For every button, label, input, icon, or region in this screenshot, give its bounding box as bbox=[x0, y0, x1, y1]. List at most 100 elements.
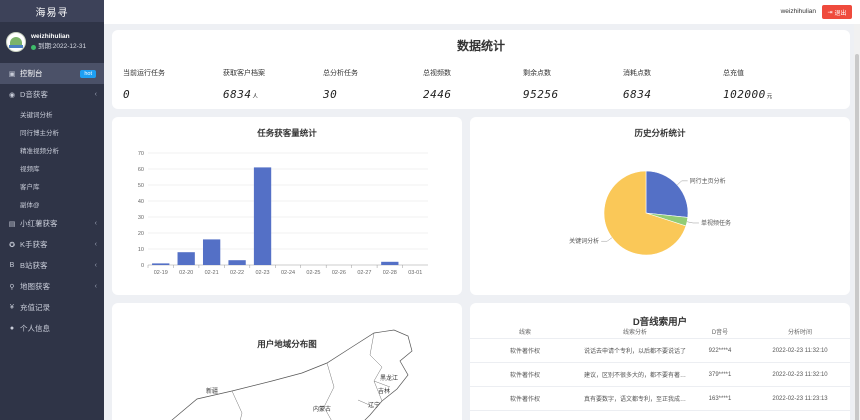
brand-title: 海易寻 bbox=[0, 0, 104, 22]
y-tick-label: 20 bbox=[138, 231, 144, 237]
sidebar-item-label: D音获客 bbox=[20, 90, 48, 99]
y-tick-label: 70 bbox=[138, 151, 144, 157]
sidebar-item-map[interactable]: ⚲ 地图获客 ‹ bbox=[0, 276, 104, 297]
pie-label-line bbox=[677, 180, 688, 186]
x-tick-label: 02-22 bbox=[230, 270, 244, 276]
topbar: weizhihulian ⇥ 退出 bbox=[104, 0, 860, 24]
sidebar-item-douyin[interactable]: ◉ D音获客 ‹ bbox=[0, 84, 104, 105]
x-tick-label: 02-24 bbox=[281, 270, 295, 276]
sidebar-item-dashboard[interactable]: ▣ 控制台 hot bbox=[0, 63, 104, 84]
sidebar-item-label: 地图获客 bbox=[20, 282, 50, 291]
table-row[interactable]: 软件著作权 说话去申请个专利，以后都不要说话了 922****4 2022-02… bbox=[470, 339, 850, 363]
table-row[interactable]: 软件著作权 真有要数字，语文都专利，至正我成… 163****1 2022-02… bbox=[470, 387, 850, 411]
yen-icon: ¥ bbox=[10, 304, 14, 311]
sidebar-item-label: 控制台 bbox=[20, 69, 43, 78]
sidebar-item-label: 个人信息 bbox=[20, 324, 50, 333]
logout-button[interactable]: ⇥ 退出 bbox=[822, 5, 852, 19]
user-profile: weizhihulian 到期:2022-12-31 bbox=[0, 25, 104, 59]
chevron-left-icon: ‹ bbox=[94, 241, 97, 248]
stat-total-analysis: 总分析任务 30 bbox=[323, 70, 358, 101]
eye-icon: ◉ bbox=[8, 91, 16, 99]
page-scrollbar[interactable] bbox=[854, 24, 860, 420]
y-tick-label: 60 bbox=[138, 167, 144, 173]
stat-total-videos: 总视频数 2446 bbox=[423, 70, 452, 101]
sidebar-subitem-customer-library[interactable]: 客户库 bbox=[0, 177, 104, 195]
stat-running-tasks: 当前运行任务 0 bbox=[123, 70, 165, 101]
online-status-dot bbox=[31, 44, 36, 50]
bar-02-22[interactable] bbox=[228, 260, 246, 265]
bar-02-28[interactable] bbox=[381, 261, 399, 265]
sidebar-item-xiaohongshu[interactable]: ▤ 小红薯获客 ‹ bbox=[0, 213, 104, 234]
sidebar-subitem-mention[interactable]: 副体@ bbox=[0, 195, 104, 213]
sidebar-item-label: K手获客 bbox=[20, 240, 48, 249]
y-tick-label: 30 bbox=[138, 215, 144, 221]
b-logo-icon: B bbox=[9, 262, 15, 269]
x-tick-label: 02-19 bbox=[154, 270, 168, 276]
china-map: 新疆 黑龙江 吉林 辽宁 内蒙古 bbox=[171, 329, 413, 420]
sidebar-item-label: 充值记录 bbox=[20, 303, 50, 312]
avatar bbox=[6, 32, 26, 52]
sidebar-item-profile[interactable]: ● 个人信息 bbox=[0, 318, 104, 339]
bar-02-21[interactable] bbox=[202, 239, 221, 265]
map-label-jilin: 吉林 bbox=[378, 387, 390, 395]
target-icon: ✪ bbox=[9, 241, 15, 249]
pie-chart: 同行主页分析单视频任务关键词分析 bbox=[569, 170, 731, 256]
map-label-liaoning: 辽宁 bbox=[368, 401, 380, 409]
stat-remaining-points: 剩余点数 95256 bbox=[523, 70, 559, 101]
x-tick-label: 02-27 bbox=[357, 270, 371, 276]
pie-chart-card: 历史分析统计 同行主页分析 单视频任务 关键词分析 bbox=[470, 117, 850, 295]
table-header-row: 线索 线索分析 D音号 分析时间 bbox=[470, 325, 850, 339]
chevron-left-icon: ‹ bbox=[94, 220, 97, 227]
sidebar-item-kuaishou[interactable]: ✪ K手获客 ‹ bbox=[0, 234, 104, 255]
sidebar-subitem-video-analysis[interactable]: 精准视频分析 bbox=[0, 141, 104, 159]
region-map-card: 用户地域分布图 新疆 黑龙江 吉林 辽宁 内蒙古 bbox=[112, 303, 462, 420]
leads-table: 线索 线索分析 D音号 分析时间 软件著作权 说话去申请个专利，以后都不要说话了… bbox=[470, 325, 850, 411]
topbar-user-name[interactable]: weizhihulian bbox=[781, 8, 816, 15]
pie-label: 关键词分析 bbox=[569, 237, 599, 245]
map-pin-icon: ⚲ bbox=[9, 283, 15, 291]
map-label-xinjiang: 新疆 bbox=[206, 387, 218, 395]
sidebar-item-bilibili[interactable]: B B站获客 ‹ bbox=[0, 255, 104, 276]
chevron-left-icon: ‹ bbox=[94, 262, 97, 269]
sidebar-subitem-keyword[interactable]: 关键词分析 bbox=[0, 105, 104, 123]
scrollbar-thumb[interactable] bbox=[855, 54, 859, 420]
hot-badge: hot bbox=[80, 69, 96, 78]
sidebar-item-label: 小红薯获客 bbox=[20, 219, 58, 228]
sidebar-nav: ▣ 控制台 hot ◉ D音获客 ‹ 关键词分析 同行博主分析 精准视频分析 视… bbox=[0, 63, 104, 339]
sidebar-subitem-peer-blogger[interactable]: 同行博主分析 bbox=[0, 123, 104, 141]
chevron-left-icon: ‹ bbox=[94, 283, 97, 290]
sidebar-item-label: B站获客 bbox=[20, 261, 48, 270]
stats-card: 数据统计 当前运行任务 0 获取客户档案 6834人 总分析任务 30 总视频数… bbox=[112, 30, 850, 109]
y-tick-label: 10 bbox=[138, 247, 144, 253]
sidebar: 海易寻 weizhihulian 到期:2022-12-31 ▣ 控制台 hot… bbox=[0, 0, 104, 420]
logout-icon: ⇥ bbox=[827, 9, 833, 16]
pie-slice-0[interactable] bbox=[645, 170, 689, 218]
chevron-up-icon: ‹ bbox=[94, 91, 97, 98]
x-tick-label: 02-23 bbox=[256, 270, 270, 276]
dashboard-icon: ▣ bbox=[8, 70, 16, 78]
stat-consumed-points: 消耗点数 6834 bbox=[623, 70, 652, 101]
image-icon: ▤ bbox=[8, 220, 16, 228]
map-label-inner-mongolia: 内蒙古 bbox=[313, 405, 331, 413]
stats-title: 数据统计 bbox=[456, 39, 505, 53]
bar-02-19[interactable] bbox=[152, 263, 170, 265]
map-label-heilongjiang: 黑龙江 bbox=[380, 374, 398, 382]
stat-total-recharge: 总充值 102000元 bbox=[723, 70, 773, 101]
leads-table-card: D音线索用户 线索 线索分析 D音号 分析时间 软件著作权 说话去申请个专利，以… bbox=[470, 303, 850, 420]
pie-label-line bbox=[687, 221, 699, 224]
table-row[interactable]: 软件著作权 建议，区别不很多大的，都不要有著… 379****1 2022-02… bbox=[470, 363, 850, 387]
x-tick-label: 02-20 bbox=[179, 270, 193, 276]
profile-user-name: weizhihulian bbox=[31, 33, 70, 40]
stat-customer-profiles: 获取客户档案 6834人 bbox=[223, 70, 265, 101]
sidebar-subitem-video-library[interactable]: 视频库 bbox=[0, 159, 104, 177]
sidebar-item-recharge[interactable]: ¥ 充值记录 bbox=[0, 297, 104, 318]
bar-chart: 0 10 20 30 40 50 60 70 02-19 02-20 02-21 02-22 02-23… bbox=[138, 151, 428, 276]
bar-chart-card: 任务获客量统计 0 10 20 30 40 50 60 70 02-19 02-20 02-21 02… bbox=[112, 117, 462, 295]
pie-label: 同行主页分析 bbox=[690, 177, 726, 185]
bar-02-23[interactable] bbox=[253, 167, 272, 265]
x-tick-label: 02-25 bbox=[306, 270, 320, 276]
x-tick-label: 03-01 bbox=[408, 270, 422, 276]
bar-02-20[interactable] bbox=[177, 252, 195, 265]
x-tick-label: 02-26 bbox=[332, 270, 346, 276]
y-tick-label: 0 bbox=[141, 263, 144, 269]
